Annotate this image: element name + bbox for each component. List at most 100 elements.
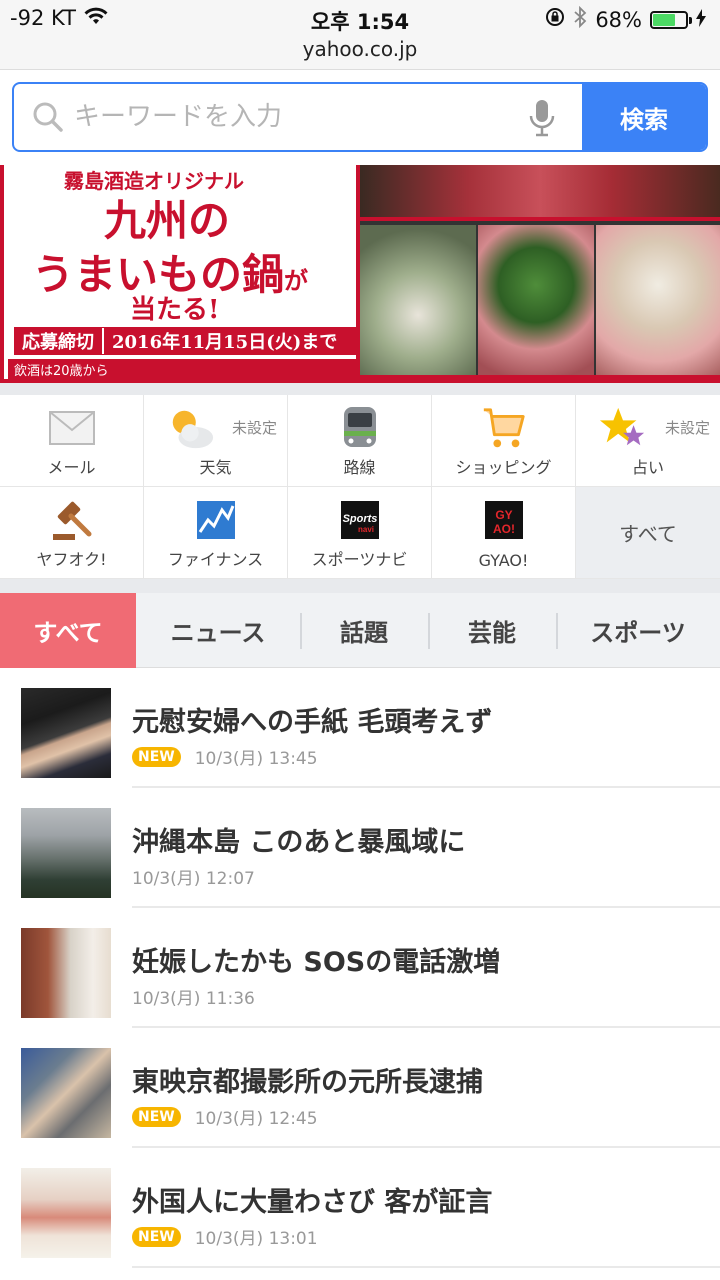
news-meta: NEW 10/3(月) 12:45: [132, 1104, 318, 1129]
svg-text:Sports: Sports: [342, 513, 377, 525]
rotation-lock-icon: [545, 7, 565, 32]
news-thumbnail: [21, 928, 111, 1018]
charging-icon: [696, 8, 706, 32]
mail-icon: [48, 405, 96, 451]
news-thumbnail: [21, 1048, 111, 1138]
news-thumbnail: [21, 808, 111, 898]
tab-divider: [428, 613, 430, 649]
banner-photo-hotpot-2: [478, 225, 594, 375]
news-time: 10/3(月) 11:36: [132, 989, 255, 1009]
banner-photo-panel: [360, 165, 720, 383]
tab-entertainment[interactable]: 芸能: [428, 593, 556, 668]
service-label: ヤフオク!: [36, 550, 107, 569]
promo-banner[interactable]: 霧島酒造オリジナル 九州の うまいもの鍋が 当たる! 応募締切 2016年11月…: [0, 165, 720, 383]
tab-divider: [300, 613, 302, 649]
weather-unset-note: 未設定: [231, 419, 277, 437]
tab-news[interactable]: ニュース: [136, 593, 300, 668]
search-button[interactable]: 検索: [582, 84, 706, 150]
news-title: 外国人に大量わさび 客が証言: [132, 1187, 493, 1218]
news-title: 東映京都撮影所の元所長逮捕: [132, 1067, 483, 1098]
service-gyao[interactable]: GY AO! GYAO!: [432, 487, 576, 579]
banner-deadline-date: 2016年11月15日(火)まで: [112, 332, 338, 353]
news-title: 元慰安婦への手紙 毛頭考えず: [132, 707, 493, 738]
banner-note: 飲酒は20歳から: [8, 359, 360, 379]
news-item[interactable]: 東映京都撮影所の元所長逮捕 NEW 10/3(月) 12:45: [0, 1028, 720, 1148]
microphone-icon[interactable]: [528, 98, 556, 138]
news-thumbnail: [21, 1168, 111, 1258]
news-meta: 10/3(月) 12:07: [132, 864, 255, 889]
svg-text:AO!: AO!: [493, 522, 515, 536]
url-bar[interactable]: yahoo.co.jp: [0, 37, 720, 61]
news-tabs: すべて ニュース 話題 芸能 スポーツ: [0, 593, 720, 668]
news-time: 10/3(月) 12:45: [194, 1109, 318, 1129]
gyao-icon: GY AO!: [480, 497, 528, 543]
auction-gavel-icon: [48, 497, 96, 543]
service-all[interactable]: すべて: [576, 487, 720, 579]
news-item[interactable]: 元慰安婦への手紙 毛頭考えず NEW 10/3(月) 13:45: [0, 668, 720, 788]
service-auction[interactable]: ヤフオク!: [0, 487, 144, 579]
tab-topics[interactable]: 話題: [300, 593, 428, 668]
banner-photo-hotpot-3: [596, 225, 720, 375]
service-label: ショッピング: [455, 458, 552, 477]
news-thumbnail: [21, 688, 111, 778]
svg-text:GY: GY: [495, 508, 512, 522]
service-train[interactable]: 路線: [288, 395, 432, 487]
service-fortune[interactable]: 未設定 占い: [576, 395, 720, 487]
service-label: 路線: [343, 458, 376, 477]
service-label: スポーツナビ: [311, 550, 408, 569]
news-meta: NEW 10/3(月) 13:45: [132, 744, 318, 769]
status-bar: -92 KT 오후 1:54 yahoo.co.jp 68%: [0, 0, 720, 70]
battery-percent: 68%: [595, 7, 642, 32]
search-icon: [32, 101, 64, 133]
news-item[interactable]: 外国人に大量わさび 客が証言 NEW 10/3(月) 13:01: [0, 1148, 720, 1268]
search-box: 検索: [12, 82, 708, 152]
service-mail[interactable]: メール: [0, 395, 144, 487]
status-right: 68%: [545, 5, 706, 33]
news-meta: NEW 10/3(月) 13:01: [132, 1224, 318, 1249]
separator: [0, 383, 720, 395]
sportsnavi-icon: Sports navi: [336, 497, 384, 543]
banner-text-panel: 霧島酒造オリジナル 九州の うまいもの鍋が 当たる! 応募締切 2016年11月…: [0, 165, 360, 383]
service-grid: メール 未設定 天気 路線 ショッピング 未設定 占い ヤフオク! ファイナンス…: [0, 395, 720, 579]
tab-entertainment-label: 芸能: [468, 619, 516, 647]
news-time: 10/3(月) 12:07: [132, 869, 255, 889]
star-icon: [599, 405, 647, 451]
tab-all[interactable]: すべて: [0, 593, 136, 668]
news-title: 沖縄本島 このあと暴風域に: [132, 827, 466, 858]
tab-divider: [556, 613, 558, 649]
search-area: 検索: [0, 70, 720, 165]
banner-bottom-border: [360, 375, 720, 383]
service-label: 天気: [199, 458, 232, 477]
service-label: 占い: [631, 458, 664, 477]
divider: [132, 1266, 720, 1268]
tab-sports[interactable]: スポーツ: [556, 593, 720, 668]
banner-photo-hotpot-1: [360, 225, 476, 375]
service-finance[interactable]: ファイナンス: [144, 487, 288, 579]
train-icon: [336, 405, 384, 451]
service-label: GYAO!: [478, 551, 529, 570]
service-shopping[interactable]: ショッピング: [432, 395, 576, 487]
tab-sports-label: スポーツ: [590, 619, 686, 647]
battery-icon: [650, 10, 692, 29]
news-item[interactable]: 妊娠したかも SOSの電話激増 10/3(月) 11:36: [0, 908, 720, 1028]
svg-text:navi: navi: [357, 525, 373, 534]
finance-chart-icon: [192, 497, 240, 543]
tab-topics-label: 話題: [340, 619, 388, 647]
service-all-label: すべて: [619, 522, 677, 546]
battery-fill: [653, 13, 675, 26]
news-title: 妊娠したかも SOSの電話激増: [132, 947, 501, 978]
service-label: メール: [47, 458, 96, 477]
service-sportsnavi[interactable]: Sports navi スポーツナビ: [288, 487, 432, 579]
news-list: 元慰安婦への手紙 毛頭考えず NEW 10/3(月) 13:45 沖縄本島 この…: [0, 668, 720, 1268]
news-item[interactable]: 沖縄本島 このあと暴風域に 10/3(月) 12:07: [0, 788, 720, 908]
banner-title-line1: 九州の: [104, 196, 231, 245]
weather-icon: [167, 405, 215, 451]
fortune-unset-note: 未設定: [664, 419, 710, 437]
search-input[interactable]: [74, 84, 514, 150]
banner-photo-beef: [360, 165, 720, 221]
bluetooth-icon: [573, 5, 587, 33]
banner-deadline-label: 応募締切: [14, 328, 104, 354]
service-weather[interactable]: 未設定 天気: [144, 395, 288, 487]
tab-news-label: ニュース: [170, 619, 266, 647]
news-meta: 10/3(月) 11:36: [132, 984, 255, 1009]
